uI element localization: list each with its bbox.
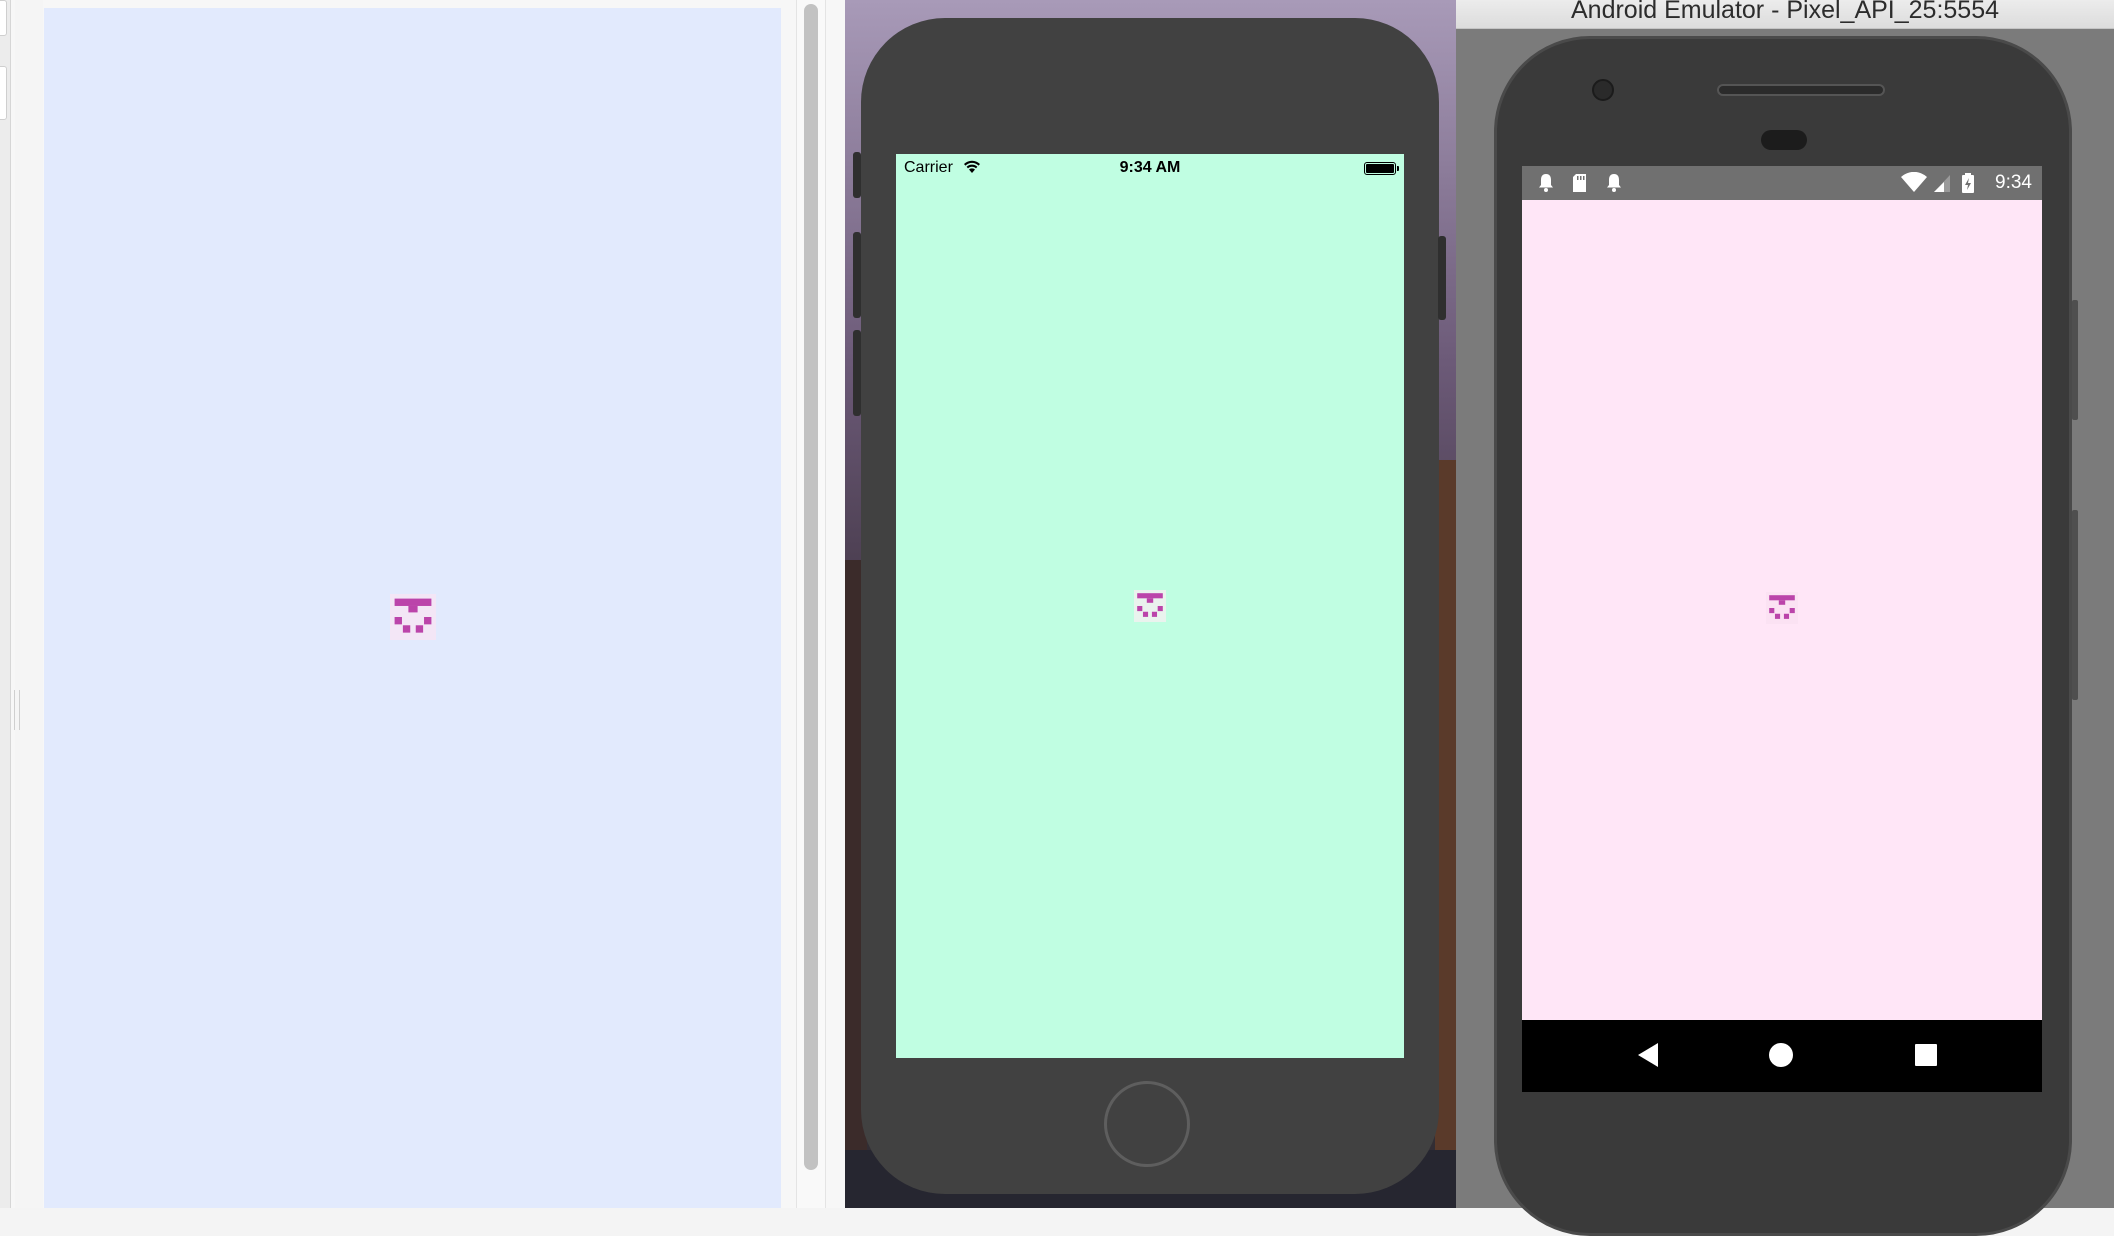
proximity-sensor bbox=[1761, 130, 1807, 150]
earpiece-speaker bbox=[1717, 84, 1885, 96]
sd-card-icon bbox=[1573, 174, 1586, 192]
battery-charging-icon bbox=[1962, 173, 1974, 193]
ios-status-bar: Carrier 9:34 AM bbox=[896, 154, 1404, 182]
front-camera-icon bbox=[1592, 79, 1614, 101]
scrollbar-thumb[interactable] bbox=[804, 4, 818, 1170]
cell-signal-icon bbox=[1934, 175, 1950, 192]
volume-rocker[interactable] bbox=[2072, 510, 2078, 700]
status-time: 9:34 bbox=[1995, 172, 2032, 193]
panel-tab[interactable] bbox=[0, 66, 7, 120]
pixel-face-icon bbox=[1766, 592, 1798, 624]
web-app-canvas bbox=[44, 8, 781, 1208]
pixel-face-icon bbox=[1134, 590, 1166, 622]
wifi-icon bbox=[1901, 172, 1927, 192]
ios-home-button[interactable] bbox=[1104, 1081, 1190, 1167]
ios-app-screen: Carrier 9:34 AM bbox=[896, 154, 1404, 1058]
split-resize-handle[interactable] bbox=[14, 690, 20, 730]
power-button[interactable] bbox=[2072, 300, 2078, 420]
preview-gutter bbox=[15, 0, 43, 1208]
back-icon[interactable] bbox=[1636, 1042, 1660, 1068]
volume-down-button[interactable] bbox=[853, 330, 861, 416]
window-title: Android Emulator - Pixel_API_25:5554 bbox=[1570, 0, 2000, 24]
status-time: 9:34 AM bbox=[1119, 159, 1181, 176]
android-nav-bar bbox=[1522, 1020, 2042, 1092]
pixel-face-icon bbox=[390, 594, 436, 640]
ringer-switch bbox=[853, 152, 861, 198]
panel-tab[interactable] bbox=[0, 0, 7, 36]
android-status-bar: 9:34 bbox=[1522, 166, 2042, 200]
volume-up-button[interactable] bbox=[853, 232, 861, 318]
home-icon[interactable] bbox=[1768, 1042, 1794, 1068]
notification-bell-icon bbox=[1607, 174, 1621, 192]
android-app-screen bbox=[1522, 200, 2042, 1020]
recents-icon[interactable] bbox=[1915, 1044, 1937, 1066]
power-button[interactable] bbox=[1438, 236, 1446, 320]
battery-icon bbox=[1364, 162, 1399, 175]
left-panel-edge bbox=[0, 0, 11, 1208]
notification-bell-icon bbox=[1539, 174, 1553, 192]
